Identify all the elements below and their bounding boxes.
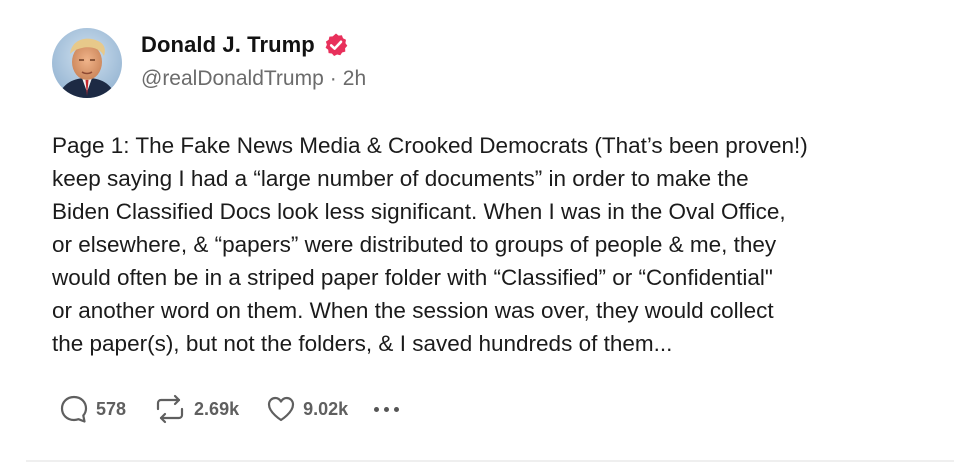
like-count: 9.02k: [303, 398, 349, 419]
meta-separator: ·: [329, 67, 337, 90]
author-name[interactable]: Donald J. Trump: [141, 32, 315, 58]
more-options-icon[interactable]: [374, 406, 400, 412]
verified-badge-icon: [323, 32, 349, 58]
post-body: Page 1: The Fake News Media & Crooked De…: [52, 129, 952, 360]
post-time[interactable]: 2h: [343, 67, 366, 91]
heart-icon: [267, 396, 295, 422]
post-line: or elsewhere, & “papers” were distribute…: [52, 232, 777, 257]
retruth-count: 2.69k: [194, 398, 240, 419]
author-block: Donald J. Trump @realDonaldTrump · 2h: [141, 30, 366, 91]
avatar-image: [52, 28, 122, 98]
like-button[interactable]: 9.02k: [265, 393, 348, 425]
reply-icon: [60, 395, 88, 423]
post-line: Page 1: The Fake News Media & Crooked De…: [52, 133, 808, 158]
post-line: keep saying I had a “large number of doc…: [52, 166, 749, 191]
author-handle[interactable]: @realDonaldTrump: [141, 67, 324, 91]
post-line: would often be in a striped paper folder…: [52, 265, 773, 290]
reply-button[interactable]: 578: [58, 393, 126, 425]
post-card: Donald J. Trump @realDonaldTrump · 2h Pa…: [0, 0, 980, 462]
retruth-icon: [156, 394, 184, 424]
action-bar: 578 2.69k 9.02k: [58, 393, 400, 425]
more-dot: [374, 406, 380, 412]
reply-count: 578: [96, 398, 127, 419]
post-line: Biden Classified Docs look less signific…: [52, 199, 786, 224]
retruth-button[interactable]: 2.69k: [152, 393, 239, 425]
more-dot: [384, 406, 390, 412]
post-line: or another word on them. When the sessio…: [52, 298, 774, 323]
more-dot: [394, 406, 400, 412]
avatar[interactable]: [52, 28, 122, 98]
post-line: the paper(s), but not the folders, & I s…: [52, 331, 673, 356]
